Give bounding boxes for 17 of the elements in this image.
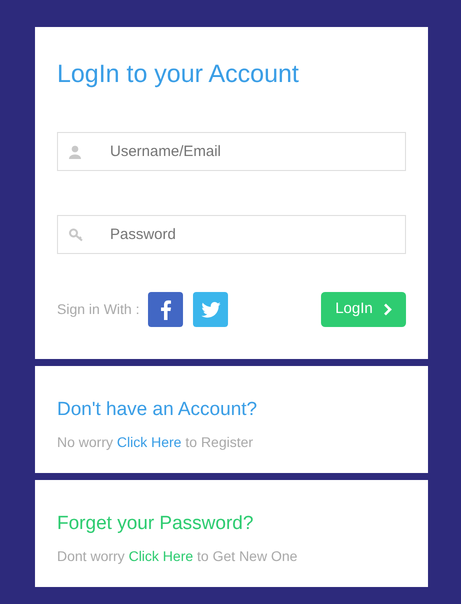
help-sentence: No worry Click Here to Register: [57, 432, 254, 452]
key-icon: [69, 228, 84, 241]
form-title: LogIn to your Account: [57, 59, 300, 89]
sign-in-label: Sign in With :: [57, 300, 140, 319]
login-button[interactable]: LogIn: [321, 292, 406, 327]
click-here-link[interactable]: Click Here: [128, 548, 194, 564]
chevron-right-icon: [382, 303, 392, 316]
password-field[interactable]: Password: [57, 215, 406, 254]
section-heading: Forget your Password?: [57, 513, 254, 536]
section-heading: Don't have an Account?: [57, 399, 258, 422]
click-here-link[interactable]: Click Here: [116, 434, 182, 450]
username-field[interactable]: Username/Email: [57, 132, 406, 171]
user-icon: [69, 144, 81, 158]
help-sentence: Dont worry Click Here to Get New One: [57, 546, 298, 566]
facebook-button[interactable]: [148, 292, 184, 327]
facebook-icon: [160, 300, 171, 320]
bird-icon: [200, 302, 221, 318]
